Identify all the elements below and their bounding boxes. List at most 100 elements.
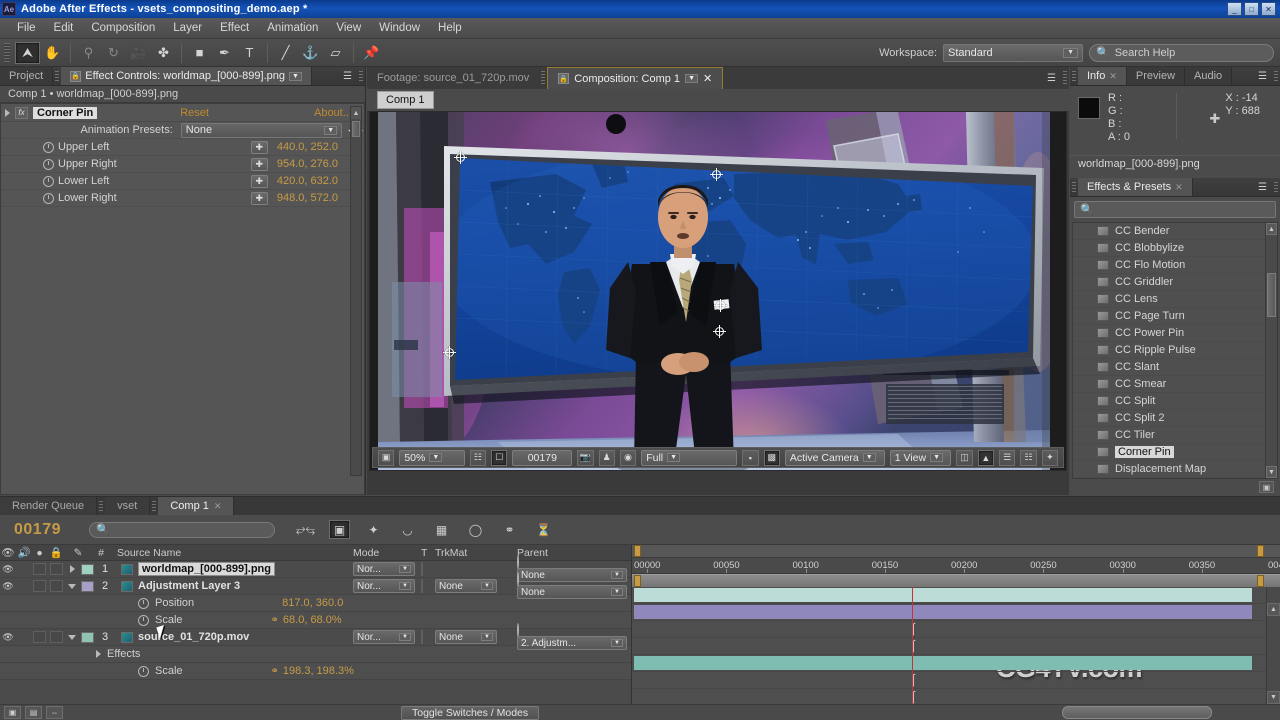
fx-grip[interactable] — [1072, 182, 1076, 192]
tab-effects-presets[interactable]: Effects & Presets ✕ — [1078, 178, 1193, 196]
keyframe-marker[interactable]: ⌠ — [910, 691, 917, 703]
roi-toggle-icon[interactable]: ▪ — [742, 449, 759, 466]
work-area-bar[interactable] — [632, 574, 1280, 587]
minimize-button[interactable]: _ — [1227, 2, 1242, 16]
toggle-switches-modes-button[interactable]: Toggle Switches / Modes — [401, 705, 540, 720]
brainstorm-icon[interactable]: ◯ — [465, 520, 486, 539]
video-toggle-icon[interactable]: 👁 — [2, 564, 14, 575]
tab-composition[interactable]: 🔒 Composition: Comp 1 ▼ ✕ — [547, 67, 724, 89]
property-value[interactable]: 817.0, 360.0 — [282, 597, 343, 609]
lock-switch[interactable] — [49, 580, 63, 592]
hand-tool[interactable]: ✋ — [40, 42, 65, 64]
effect-list-item[interactable]: CC Slant — [1073, 359, 1277, 376]
stopwatch-icon[interactable] — [43, 141, 54, 153]
effect-list-item[interactable]: CC Bender — [1073, 223, 1277, 240]
views-select[interactable]: 1 View ▼ — [889, 449, 952, 466]
layer-mode-select[interactable]: Nor... ▼ — [353, 562, 415, 576]
tab-info[interactable]: Info ✕ — [1078, 67, 1127, 85]
layer-duration-bar[interactable] — [634, 605, 1252, 619]
puppet-pin-tool[interactable]: 📌 — [359, 42, 384, 64]
preserve-transparency-switch[interactable] — [421, 562, 423, 576]
always-preview-icon[interactable]: ▣ — [378, 449, 395, 466]
close-icon[interactable]: ✕ — [703, 72, 712, 85]
solo-switch[interactable] — [33, 580, 46, 592]
camera-select[interactable]: Active Camera ▼ — [784, 449, 885, 466]
effect-list-item[interactable]: CC Ripple Pulse — [1073, 342, 1277, 359]
corner-pin-upper-left[interactable] — [454, 151, 467, 164]
parent-pickwhip-icon[interactable] — [517, 623, 519, 637]
layer-name[interactable]: Adjustment Layer 3 — [138, 580, 240, 592]
corner-pin-mid-right[interactable] — [714, 299, 727, 312]
shape-tool[interactable]: ■ — [187, 42, 212, 64]
reset-exposure-icon[interactable]: ✦ — [1041, 449, 1059, 466]
tab-effect-controls[interactable]: 🔒 Effect Controls: worldmap_[000-899].pn… — [61, 67, 312, 85]
timeline-layer-row[interactable]: 👁 2 Adjustment Layer 3 Nor... ▼ None ▼ None ▼ — [0, 572, 631, 599]
effects-search-input[interactable]: 🔍 — [1074, 201, 1276, 218]
effect-controls-scrollbar[interactable]: ▲ — [350, 106, 362, 476]
fx-panel-menu[interactable]: ☰ — [1252, 178, 1272, 196]
menu-effect[interactable]: Effect — [211, 19, 258, 37]
effect-list-item[interactable]: CC Tiler — [1073, 427, 1277, 444]
rotation-tool[interactable]: ↻ — [101, 42, 126, 64]
work-area-start[interactable] — [634, 575, 641, 587]
viewer-canvas[interactable]: ▣ 50% ▼ ☷ ☐ 00179 📷 ♟ ◉ Full ▼ ▪ ▩ Activ… — [369, 111, 1067, 471]
comp-name-chip[interactable]: Comp 1 — [377, 91, 434, 109]
effect-list-item[interactable]: Displacement Map — [1073, 461, 1277, 478]
time-navigator[interactable] — [632, 545, 1280, 558]
comp-mini-flowchart-icon[interactable]: ▣ — [4, 706, 21, 719]
timeline-tab-vset[interactable]: vset — [105, 497, 151, 515]
maximize-button[interactable]: □ — [1244, 2, 1259, 16]
scroll-up-icon[interactable]: ▲ — [1266, 223, 1277, 235]
timeline-property-row[interactable]: Scale ⚭ 198.3, 198.3% — [0, 663, 631, 680]
property-value[interactable]: 440.0, 252.0 — [277, 141, 338, 153]
parent-select[interactable]: None ▼ — [517, 585, 627, 599]
info-grip-right[interactable] — [1274, 71, 1278, 81]
zoom-tool[interactable]: ⚲ — [76, 42, 101, 64]
effect-list-item[interactable]: CC Lens — [1073, 291, 1277, 308]
property-value[interactable]: 68.0, 68.0% — [283, 614, 342, 626]
current-time-indicator[interactable] — [912, 587, 913, 704]
comp-flowchart-icon[interactable]: ☷ — [1020, 449, 1037, 466]
type-tool[interactable]: T — [237, 42, 262, 64]
search-help-input[interactable]: 🔍 Search Help — [1089, 43, 1274, 62]
scrollbar-thumb[interactable] — [1267, 273, 1276, 317]
stopwatch-icon[interactable] — [43, 158, 54, 170]
lock-switch[interactable] — [49, 631, 63, 643]
effect-list-item[interactable]: CC Power Pin — [1073, 325, 1277, 342]
effects-list[interactable]: CC Bender CC Blobbylize CC Flo Motion CC Gr… — [1072, 222, 1278, 479]
property-track[interactable]: ⌠ — [632, 638, 1266, 655]
link-icon[interactable]: ⚭ — [271, 615, 279, 626]
close-icon[interactable]: ✕ — [214, 501, 222, 512]
graph-editor-icon[interactable]: ⚭ — [499, 520, 520, 539]
lock-switch[interactable] — [49, 563, 63, 575]
property-track[interactable]: ⌠ — [632, 621, 1266, 638]
chevron-down-icon[interactable]: ▼ — [289, 71, 302, 81]
toolbar-grip[interactable] — [4, 42, 10, 63]
menu-window[interactable]: Window — [370, 19, 429, 37]
layer-track[interactable] — [632, 587, 1266, 604]
resolution-select[interactable]: Full ▼ — [641, 449, 738, 466]
clone-stamp-tool[interactable]: ⚓ — [298, 42, 323, 64]
panel-grip[interactable] — [55, 71, 60, 81]
stopwatch-icon[interactable] — [43, 175, 54, 187]
property-value[interactable]: 198.3, 198.3% — [283, 665, 354, 677]
menu-help[interactable]: Help — [429, 19, 471, 37]
keyframe-marker[interactable]: ⌠ — [910, 674, 917, 686]
solo-switch[interactable] — [33, 631, 46, 643]
lock-icon[interactable]: 🔒 — [70, 70, 82, 82]
tab-preview[interactable]: Preview — [1126, 67, 1186, 85]
pixel-aspect-icon[interactable]: ◫ — [956, 449, 973, 466]
video-toggle-icon[interactable]: 👁 — [2, 632, 14, 643]
menu-composition[interactable]: Composition — [82, 19, 164, 37]
new-animation-preset-icon[interactable]: ▣ — [1259, 481, 1274, 493]
effect-list-item[interactable]: CC Split — [1073, 393, 1277, 410]
group-disclosure-icon[interactable] — [96, 650, 101, 658]
preserve-transparency-switch[interactable] — [421, 630, 423, 644]
tab-audio[interactable]: Audio — [1185, 67, 1233, 85]
corner-pin-lower-left[interactable] — [443, 346, 456, 359]
tab-project[interactable]: Project — [0, 67, 54, 85]
effects-list-scrollbar[interactable]: ▲ ▼ — [1265, 222, 1278, 479]
layer-tracks[interactable]: CG4TV.com ⌠⌠⌠⌠ — [632, 587, 1266, 706]
menu-file[interactable]: File — [8, 19, 45, 37]
auto-keyframe-icon[interactable]: ⏳ — [533, 520, 554, 539]
